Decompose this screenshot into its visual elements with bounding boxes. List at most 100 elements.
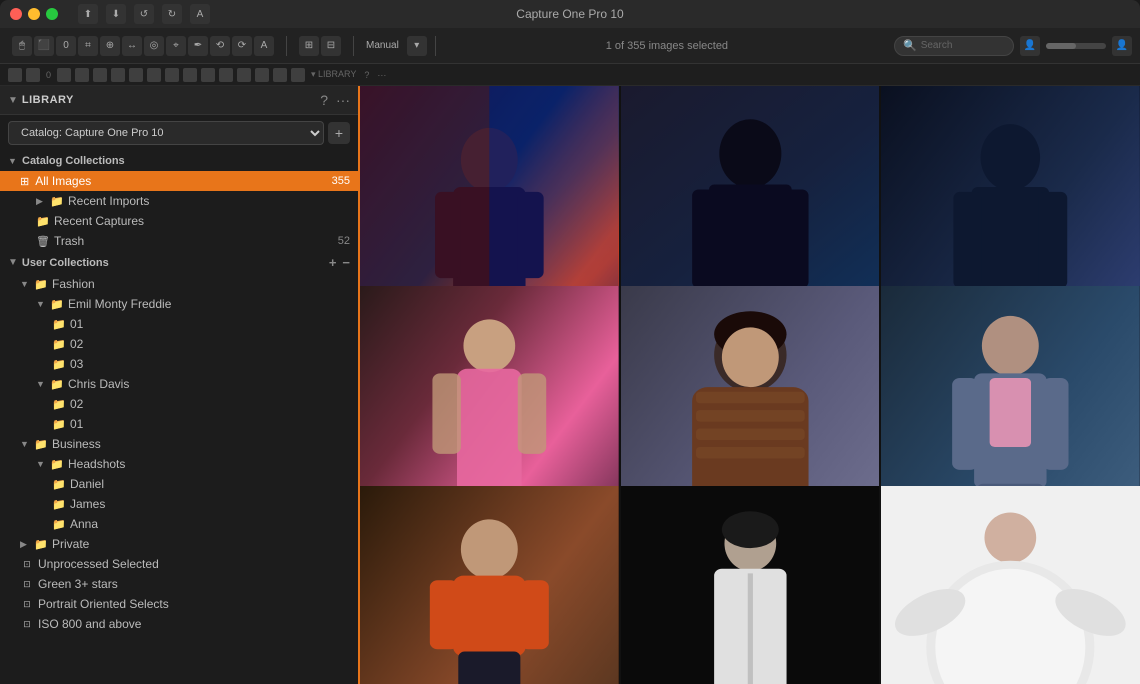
- smart-icon-4: ⊡: [20, 617, 34, 631]
- content-area: ★★★★★: [360, 86, 1140, 684]
- green-3-stars-label: Green 3+ stars: [38, 577, 118, 591]
- business-icon: 📁: [34, 438, 48, 451]
- user-collections-label: User Collections: [22, 257, 109, 269]
- trash-icon: 🗑: [36, 235, 50, 248]
- anna-icon: 📁: [52, 518, 66, 531]
- tool-btn-9[interactable]: ⟳: [232, 36, 252, 56]
- portrait-oriented-label: Portrait Oriented Selects: [38, 597, 169, 611]
- tool-btn-text[interactable]: A: [254, 36, 274, 56]
- private-item[interactable]: 📁 Private: [0, 534, 358, 554]
- business-item[interactable]: 📁 Business: [0, 434, 358, 454]
- sub-icon-9[interactable]: [165, 68, 179, 82]
- uc-actions: + −: [329, 255, 350, 270]
- photo-cell-7[interactable]: ★★★★★ MY_MAG_PO_MONTY_V001.jpg: [360, 486, 619, 684]
- mode-dropdown[interactable]: ▾: [407, 36, 427, 56]
- emf-chevron: [36, 299, 46, 309]
- recent-imports-label: Recent Imports: [68, 194, 149, 208]
- tool-btn-3[interactable]: 0: [56, 36, 76, 56]
- iso-800-label: ISO 800 and above: [38, 617, 141, 631]
- sub-icon-5[interactable]: [93, 68, 107, 82]
- library-question-btn[interactable]: ?: [320, 92, 328, 108]
- recent-imports-item[interactable]: 📁 Recent Imports: [0, 191, 358, 211]
- settings-icon[interactable]: 👤: [1112, 36, 1132, 56]
- folder-02b-item[interactable]: 📁 02: [0, 394, 358, 414]
- catalog-add-btn[interactable]: +: [328, 122, 350, 144]
- library-label: ▾ LIBRARY: [309, 69, 358, 80]
- tool-btn-crop[interactable]: ⌗: [78, 36, 98, 56]
- sub-icon-3[interactable]: [57, 68, 71, 82]
- view-btn-2[interactable]: ⊟: [321, 36, 341, 56]
- sub-q-mark: ?: [362, 70, 371, 80]
- folder-02a-item[interactable]: 📁 02: [0, 334, 358, 354]
- photo-cell-9[interactable]: ★★★★★ MY_MAG_PO_MONTY_V012.jpg: [881, 486, 1140, 684]
- catalog-select[interactable]: Catalog: Capture One Pro 10: [8, 121, 324, 145]
- uc-remove-btn[interactable]: −: [342, 255, 350, 270]
- library-more-btn[interactable]: ···: [336, 92, 350, 108]
- headshots-item[interactable]: 📁 Headshots: [0, 454, 358, 474]
- tool-btn-4[interactable]: ⊕: [100, 36, 120, 56]
- chris-davis-item[interactable]: 📁 Chris Davis: [0, 374, 358, 394]
- titlebar-icon-4[interactable]: ↻: [162, 4, 182, 24]
- folder-01a-icon: 📁: [52, 318, 66, 331]
- tool-btn-heal[interactable]: ⌖: [166, 36, 186, 56]
- iso-800-item[interactable]: ⊡ ISO 800 and above: [0, 614, 358, 634]
- sub-icon-1[interactable]: [8, 68, 22, 82]
- emil-monty-freddie-item[interactable]: 📁 Emil Monty Freddie: [0, 294, 358, 314]
- catalog-collections-label: Catalog Collections: [22, 155, 125, 167]
- sub-icon-13[interactable]: [237, 68, 251, 82]
- sub-icon-4[interactable]: [75, 68, 89, 82]
- titlebar-icon-1[interactable]: ⬆: [78, 4, 98, 24]
- view-btn-1[interactable]: ⊞: [299, 36, 319, 56]
- folder-03a-item[interactable]: 📁 03: [0, 354, 358, 374]
- sub-icon-12[interactable]: [219, 68, 233, 82]
- catalog-dropdown-row: Catalog: Capture One Pro 10 +: [8, 121, 350, 145]
- uc-add-btn[interactable]: +: [329, 255, 337, 270]
- tool-btn-7[interactable]: ✒: [188, 36, 208, 56]
- minimize-button[interactable]: [28, 8, 40, 20]
- emf-icon: 📁: [50, 298, 64, 311]
- green-3-stars-item[interactable]: ⊡ Green 3+ stars: [0, 574, 358, 594]
- daniel-item[interactable]: 📁 Daniel: [0, 474, 358, 494]
- library-collapse-icon[interactable]: ▼: [8, 95, 18, 106]
- sub-icon-8[interactable]: [147, 68, 161, 82]
- sub-icon-11[interactable]: [201, 68, 215, 82]
- sub-dots: ···: [375, 70, 388, 80]
- titlebar-icon-2[interactable]: ⬇: [106, 4, 126, 24]
- anna-item[interactable]: 📁 Anna: [0, 514, 358, 534]
- sub-icon-14[interactable]: [255, 68, 269, 82]
- tool-btn-5[interactable]: ↔: [122, 36, 142, 56]
- trash-item[interactable]: 🗑 Trash 52: [0, 231, 358, 251]
- maximize-button[interactable]: [46, 8, 58, 20]
- all-images-item[interactable]: ⊞ All Images 355: [0, 171, 358, 191]
- portrait-oriented-item[interactable]: ⊡ Portrait Oriented Selects: [0, 594, 358, 614]
- james-item[interactable]: 📁 James: [0, 494, 358, 514]
- sub-icon-15[interactable]: [273, 68, 287, 82]
- image-count-status: 1 of 355 images selected: [606, 40, 728, 52]
- close-button[interactable]: [10, 8, 22, 20]
- unprocessed-selected-item[interactable]: ⊡ Unprocessed Selected: [0, 554, 358, 574]
- sub-icon-7[interactable]: [129, 68, 143, 82]
- recent-captures-item[interactable]: 📁 Recent Captures: [0, 211, 358, 231]
- sub-icon-2[interactable]: [26, 68, 40, 82]
- tool-btn-1[interactable]: 🖱: [12, 36, 32, 56]
- folder-01a-item[interactable]: 📁 01: [0, 314, 358, 334]
- user-icon[interactable]: 👤: [1020, 36, 1040, 56]
- titlebar-icon-5[interactable]: A: [190, 4, 210, 24]
- photo-cell-8[interactable]: ★★★★★ MY_MAG_PO_MONTY_V008.jpg: [621, 486, 880, 684]
- toolbar-right: 🔍 Search 👤 👤: [894, 36, 1132, 56]
- sub-icon-6[interactable]: [111, 68, 125, 82]
- fashion-item[interactable]: 📁 Fashion: [0, 274, 358, 294]
- tool-btn-2[interactable]: ⬛: [34, 36, 54, 56]
- sub-icon-10[interactable]: [183, 68, 197, 82]
- folder-01b-item[interactable]: 📁 01: [0, 414, 358, 434]
- zoom-slider[interactable]: [1046, 43, 1106, 49]
- tool-btn-8[interactable]: ⟲: [210, 36, 230, 56]
- sub-icon-16[interactable]: [291, 68, 305, 82]
- search-box[interactable]: 🔍 Search: [894, 36, 1014, 56]
- tool-btn-6[interactable]: ◎: [144, 36, 164, 56]
- catalog-collections-header[interactable]: Catalog Collections: [0, 151, 358, 171]
- titlebar-icon-3[interactable]: ↺: [134, 4, 154, 24]
- smart-icon-3: ⊡: [20, 597, 34, 611]
- folder-01a-label: 01: [70, 317, 83, 331]
- user-collections-header[interactable]: ▼ User Collections + −: [0, 251, 358, 274]
